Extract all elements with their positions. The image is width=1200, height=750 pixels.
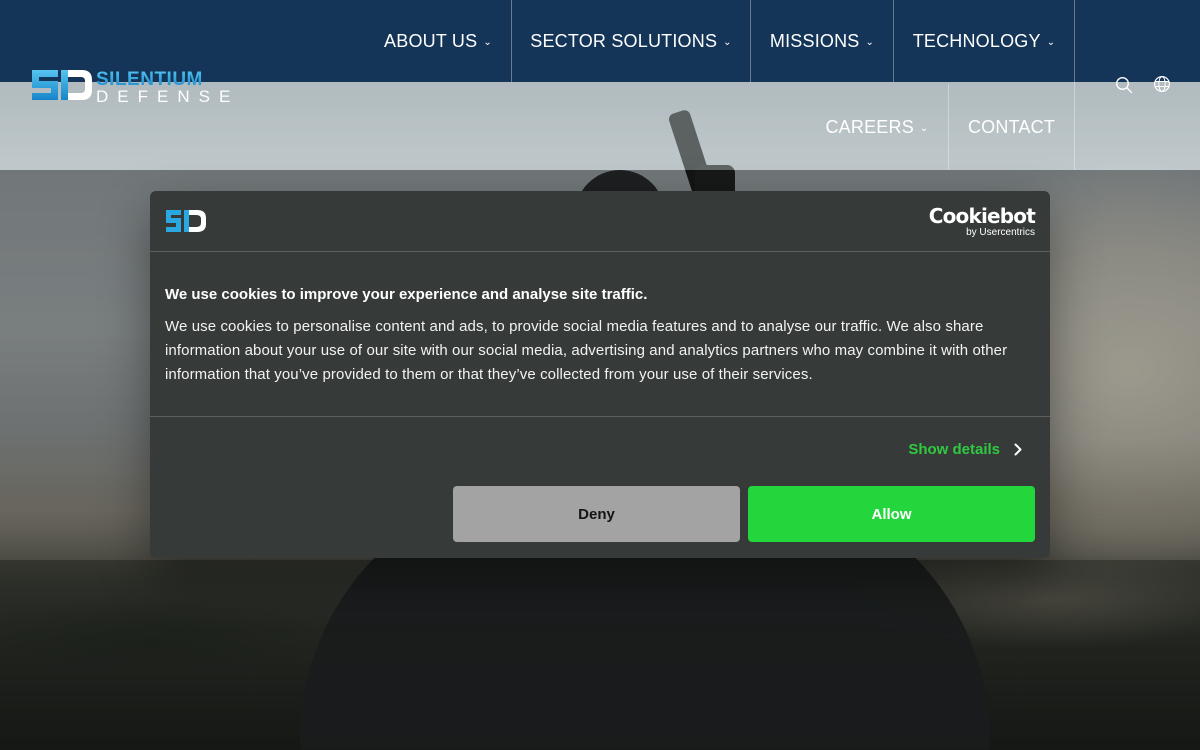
show-details-label: Show details <box>908 441 1000 458</box>
deny-button[interactable]: Deny <box>453 486 740 542</box>
dialog-divider <box>150 416 1050 417</box>
show-details-link[interactable]: Show details <box>908 441 1022 458</box>
chevron-down-icon: ⌄ <box>1046 36 1056 48</box>
cookiebot-logo[interactable]: Cookiebot by Usercentrics <box>928 204 1036 238</box>
allow-button[interactable]: Allow <box>748 486 1035 542</box>
chevron-down-icon: ⌄ <box>865 36 875 48</box>
nav-technology[interactable]: TECHNOLOGY ⌄ <box>894 0 1074 82</box>
silentium-defense-logo-icon: SILENTIUM DEFENSE <box>32 69 239 106</box>
cookiebot-brand-text: Cookiebot <box>928 204 1036 228</box>
nav-sector-solutions[interactable]: SECTOR SOLUTIONS ⌄ <box>512 0 750 82</box>
chevron-down-icon: ⌄ <box>723 36 732 48</box>
nav-sector-solutions-label: SECTOR SOLUTIONS <box>530 30 718 51</box>
nav-contact[interactable]: CONTACT <box>949 84 1074 170</box>
search-icon[interactable] <box>1115 76 1133 94</box>
chevron-down-icon: ⌄ <box>483 36 492 48</box>
dialog-divider <box>150 251 1050 252</box>
nav-about-us-label: ABOUT US <box>384 30 478 51</box>
nav-technology-label: TECHNOLOGY <box>912 30 1041 51</box>
cookie-dialog-title: We use cookies to improve your experienc… <box>165 286 648 303</box>
nav-missions[interactable]: MISSIONS ⌄ <box>751 0 893 82</box>
nav-careers-label: CAREERS <box>825 116 914 137</box>
chevron-down-icon: ⌄ <box>919 122 929 134</box>
cookiebot-by-text: by Usercentrics <box>966 227 1035 238</box>
nav-about-us[interactable]: ABOUT US ⌄ <box>365 0 511 82</box>
nav-divider <box>1074 0 1075 170</box>
nav-careers[interactable]: CAREERS ⌄ <box>806 84 948 170</box>
site-logo[interactable]: SILENTIUM DEFENSE <box>30 66 250 106</box>
nav-contact-label: CONTACT <box>967 116 1056 137</box>
cookie-dialog-body: We use cookies to personalise content an… <box>165 318 1008 383</box>
nav-missions-label: MISSIONS <box>769 30 860 51</box>
cookie-consent-dialog: Cookiebot by Usercentrics We use cookies… <box>150 191 1050 558</box>
cookie-dialog-header: Cookiebot by Usercentrics <box>150 191 1050 251</box>
svg-text:DEFENSE: DEFENSE <box>96 87 239 104</box>
chevron-right-icon <box>1014 443 1022 456</box>
sd-logo-icon <box>166 210 206 232</box>
globe-icon[interactable] <box>1153 75 1171 93</box>
